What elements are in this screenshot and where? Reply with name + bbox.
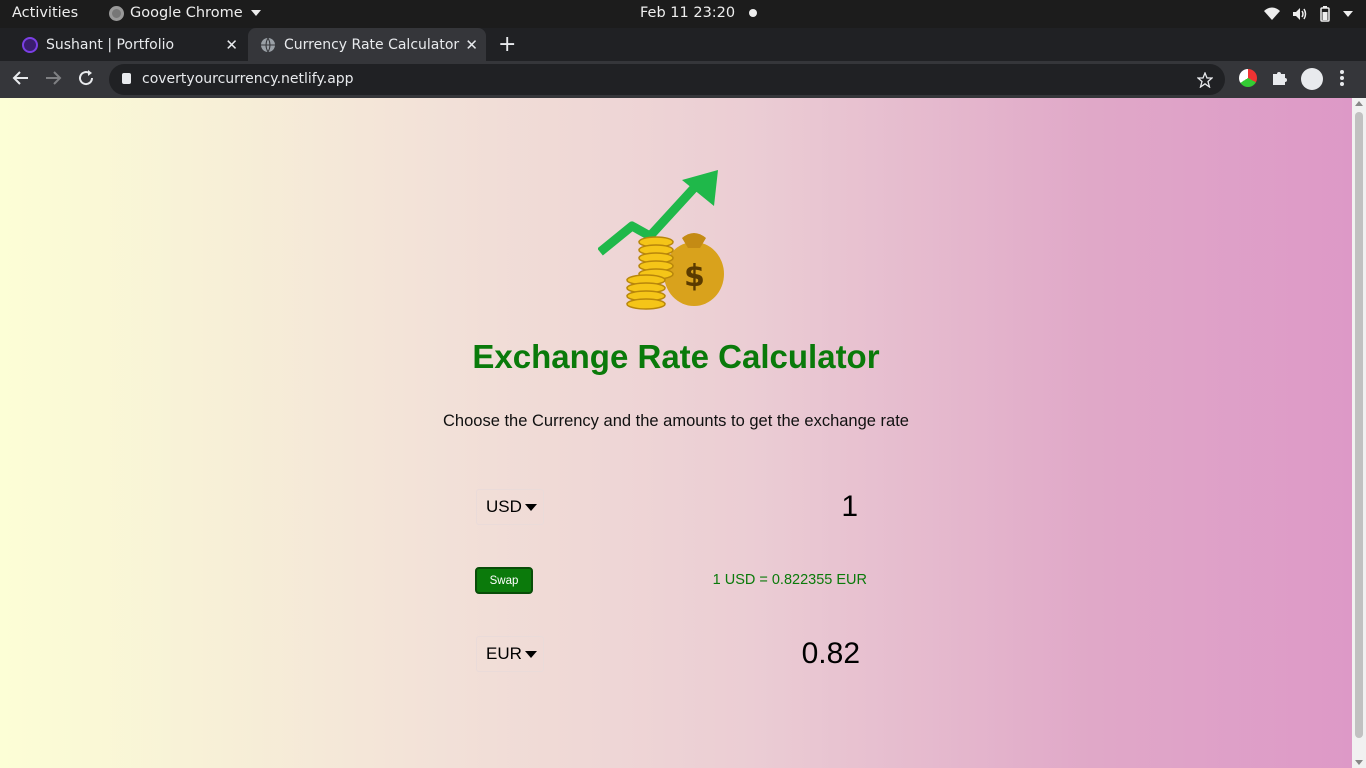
- close-tab-icon[interactable]: ✕: [465, 36, 478, 54]
- wifi-icon: [1264, 7, 1280, 20]
- rate-text: 1 USD = 0.822355 EUR: [712, 572, 867, 588]
- tab-title: Sushant | Portfolio: [46, 36, 175, 53]
- extension-color-icon[interactable]: [1239, 69, 1257, 87]
- currency-two-select[interactable]: EUR: [476, 636, 544, 672]
- tab-title: Currency Rate Calculator: [284, 36, 460, 53]
- system-top-bar: Activities Google Chrome Feb 11 23:20: [0, 0, 1366, 28]
- page-title: Exchange Rate Calculator: [472, 338, 880, 375]
- caret-down-icon: [250, 10, 261, 16]
- amount-two-input[interactable]: 0.82: [802, 637, 860, 671]
- globe-icon: [261, 37, 275, 52]
- system-tray[interactable]: [1264, 6, 1354, 22]
- reload-icon[interactable]: [77, 69, 95, 87]
- svg-text:$: $: [684, 259, 705, 294]
- currency-two-value: EUR: [486, 644, 522, 663]
- page-subtitle: Choose the Currency and the amounts to g…: [443, 412, 909, 430]
- amount-one-input[interactable]: 1: [841, 490, 858, 524]
- browser-toolbar: covertyourcurrency.netlify.app: [0, 61, 1366, 98]
- money-growth-logo: $: [598, 170, 724, 310]
- url-text[interactable]: covertyourcurrency.netlify.app: [142, 71, 354, 87]
- page-viewport: $ Exchange Rate Calculator Choose the Cu…: [0, 98, 1366, 768]
- dropdown-arrow-icon: [524, 503, 537, 511]
- battery-icon: [1320, 6, 1330, 22]
- currency-one-value: USD: [486, 497, 522, 516]
- clock[interactable]: Feb 11 23:20: [640, 5, 758, 21]
- tab-currency-calculator[interactable]: Currency Rate Calculator ✕: [248, 28, 486, 61]
- volume-icon: [1293, 8, 1307, 20]
- app-name: Google Chrome: [130, 5, 243, 21]
- notification-dot-icon: [749, 9, 758, 17]
- close-tab-icon[interactable]: ✕: [225, 36, 238, 54]
- tab-strip: Sushant | Portfolio ✕ Currency Rate Calc…: [0, 28, 1366, 61]
- power-menu-caret-icon: [1343, 11, 1353, 17]
- datetime: Feb 11 23:20: [640, 5, 736, 21]
- app-menu[interactable]: Google Chrome: [109, 5, 261, 21]
- scroll-down-icon[interactable]: [1355, 760, 1363, 765]
- back-arrow-icon[interactable]: [12, 69, 30, 87]
- dropdown-arrow-icon: [524, 650, 537, 658]
- portfolio-favicon-icon: [22, 36, 38, 53]
- lock-icon: [122, 73, 131, 84]
- extensions-puzzle-icon[interactable]: [1271, 69, 1288, 86]
- bookmark-star-icon[interactable]: [1197, 72, 1213, 88]
- new-tab-button[interactable]: +: [498, 32, 516, 57]
- tab-portfolio[interactable]: Sushant | Portfolio ✕: [8, 28, 246, 61]
- address-bar[interactable]: covertyourcurrency.netlify.app: [109, 64, 1225, 95]
- kebab-menu-icon[interactable]: [1339, 69, 1345, 87]
- activities-button[interactable]: Activities: [12, 5, 78, 21]
- scroll-up-icon[interactable]: [1355, 101, 1363, 106]
- chrome-icon: [109, 5, 124, 21]
- forward-arrow-icon[interactable]: [44, 69, 62, 87]
- currency-one-select[interactable]: USD: [476, 489, 544, 525]
- swap-button[interactable]: Swap: [475, 567, 533, 594]
- page-scrollbar[interactable]: [1352, 98, 1366, 768]
- profile-avatar-icon[interactable]: [1301, 68, 1323, 90]
- scrollbar-thumb[interactable]: [1355, 112, 1363, 738]
